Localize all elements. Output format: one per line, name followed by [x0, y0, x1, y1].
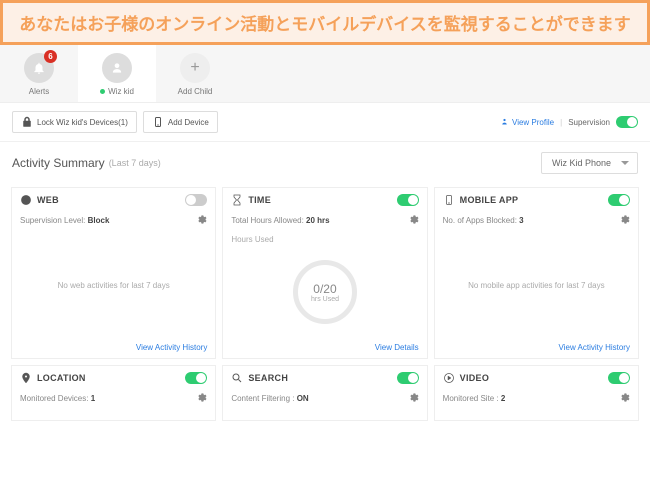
- search-toggle[interactable]: [397, 372, 419, 384]
- mobile-empty-text: No mobile app activities for last 7 days: [468, 281, 605, 290]
- web-history-link[interactable]: View Activity History: [136, 343, 207, 352]
- device-dropdown[interactable]: Wiz Kid Phone: [541, 152, 638, 174]
- device-icon: [152, 116, 164, 128]
- tab-alerts-label: Alerts: [0, 87, 78, 96]
- supervision-label: Supervision: [568, 118, 610, 127]
- card-web-title: WEB: [37, 195, 59, 205]
- search-icon: [231, 372, 243, 384]
- card-video: VIDEO Monitored Site : 2: [434, 365, 639, 421]
- location-toggle[interactable]: [185, 372, 207, 384]
- gauge-label: hrs Used: [311, 296, 339, 303]
- web-toggle[interactable]: [185, 194, 207, 206]
- card-mobile-title: MOBILE APP: [460, 195, 519, 205]
- summary-subtitle: (Last 7 days): [109, 158, 161, 168]
- card-time-title: TIME: [248, 195, 271, 205]
- view-profile-link[interactable]: View Profile: [500, 117, 554, 128]
- tab-add-label: Add Child: [156, 87, 234, 96]
- add-device-button[interactable]: Add Device: [143, 111, 218, 133]
- mobile-history-link[interactable]: View Activity History: [559, 343, 630, 352]
- hourglass-icon: [231, 194, 243, 206]
- gear-icon[interactable]: [619, 214, 630, 227]
- time-toggle[interactable]: [397, 194, 419, 206]
- lock-devices-button[interactable]: Lock Wiz kid's Devices(1): [12, 111, 137, 133]
- add-device-label: Add Device: [168, 118, 209, 127]
- bell-icon: 6: [24, 53, 54, 83]
- web-empty-text: No web activities for last 7 days: [58, 281, 170, 290]
- annotation-banner: あなたはお子様のオンライン活動とモバイルデバイスを監視することができます: [0, 0, 650, 45]
- tab-add-child[interactable]: + Add Child: [156, 45, 234, 102]
- time-gauge: 0/20 hrs Used: [293, 260, 357, 324]
- time-details-link[interactable]: View Details: [375, 343, 419, 352]
- summary-title: Activity Summary: [12, 156, 105, 170]
- gear-icon[interactable]: [196, 392, 207, 405]
- play-icon: [443, 372, 455, 384]
- pin-icon: [20, 372, 32, 384]
- summary-header: Activity Summary (Last 7 days) Wiz Kid P…: [0, 142, 650, 184]
- avatar-icon: [102, 53, 132, 83]
- cards-row-2: LOCATION Monitored Devices: 1 SEARCH Con…: [0, 362, 650, 424]
- globe-icon: [20, 194, 32, 206]
- card-location-title: LOCATION: [37, 373, 86, 383]
- alerts-badge: 6: [44, 50, 57, 63]
- person-icon: [500, 117, 509, 128]
- plus-icon: +: [180, 53, 210, 83]
- gear-icon[interactable]: [196, 214, 207, 227]
- card-search-title: SEARCH: [248, 373, 288, 383]
- child-tabs: 6 Alerts Wiz kid + Add Child: [0, 45, 650, 103]
- gear-icon[interactable]: [619, 392, 630, 405]
- card-location: LOCATION Monitored Devices: 1: [11, 365, 216, 421]
- card-time: TIME Total Hours Allowed: 20 hrs Hours U…: [222, 187, 427, 359]
- tab-alerts[interactable]: 6 Alerts: [0, 45, 78, 102]
- tab-child-label: Wiz kid: [78, 87, 156, 96]
- video-toggle[interactable]: [608, 372, 630, 384]
- supervision-toggle[interactable]: [616, 116, 638, 128]
- gauge-value: 0/20: [313, 282, 336, 296]
- phone-icon: [443, 194, 455, 206]
- time-hours-used-label: Hours Used: [223, 233, 426, 246]
- card-mobile: MOBILE APP No. of Apps Blocked: 3 No mob…: [434, 187, 639, 359]
- toolbar: Lock Wiz kid's Devices(1) Add Device Vie…: [0, 103, 650, 142]
- card-web: WEB Supervision Level: Block No web acti…: [11, 187, 216, 359]
- card-video-title: VIDEO: [460, 373, 490, 383]
- cards-row-1: WEB Supervision Level: Block No web acti…: [0, 184, 650, 362]
- lock-devices-label: Lock Wiz kid's Devices(1): [37, 118, 128, 127]
- gear-icon[interactable]: [408, 214, 419, 227]
- card-search: SEARCH Content Filtering : ON: [222, 365, 427, 421]
- gear-icon[interactable]: [408, 392, 419, 405]
- mobile-toggle[interactable]: [608, 194, 630, 206]
- lock-icon: [21, 116, 33, 128]
- tab-child[interactable]: Wiz kid: [78, 45, 156, 102]
